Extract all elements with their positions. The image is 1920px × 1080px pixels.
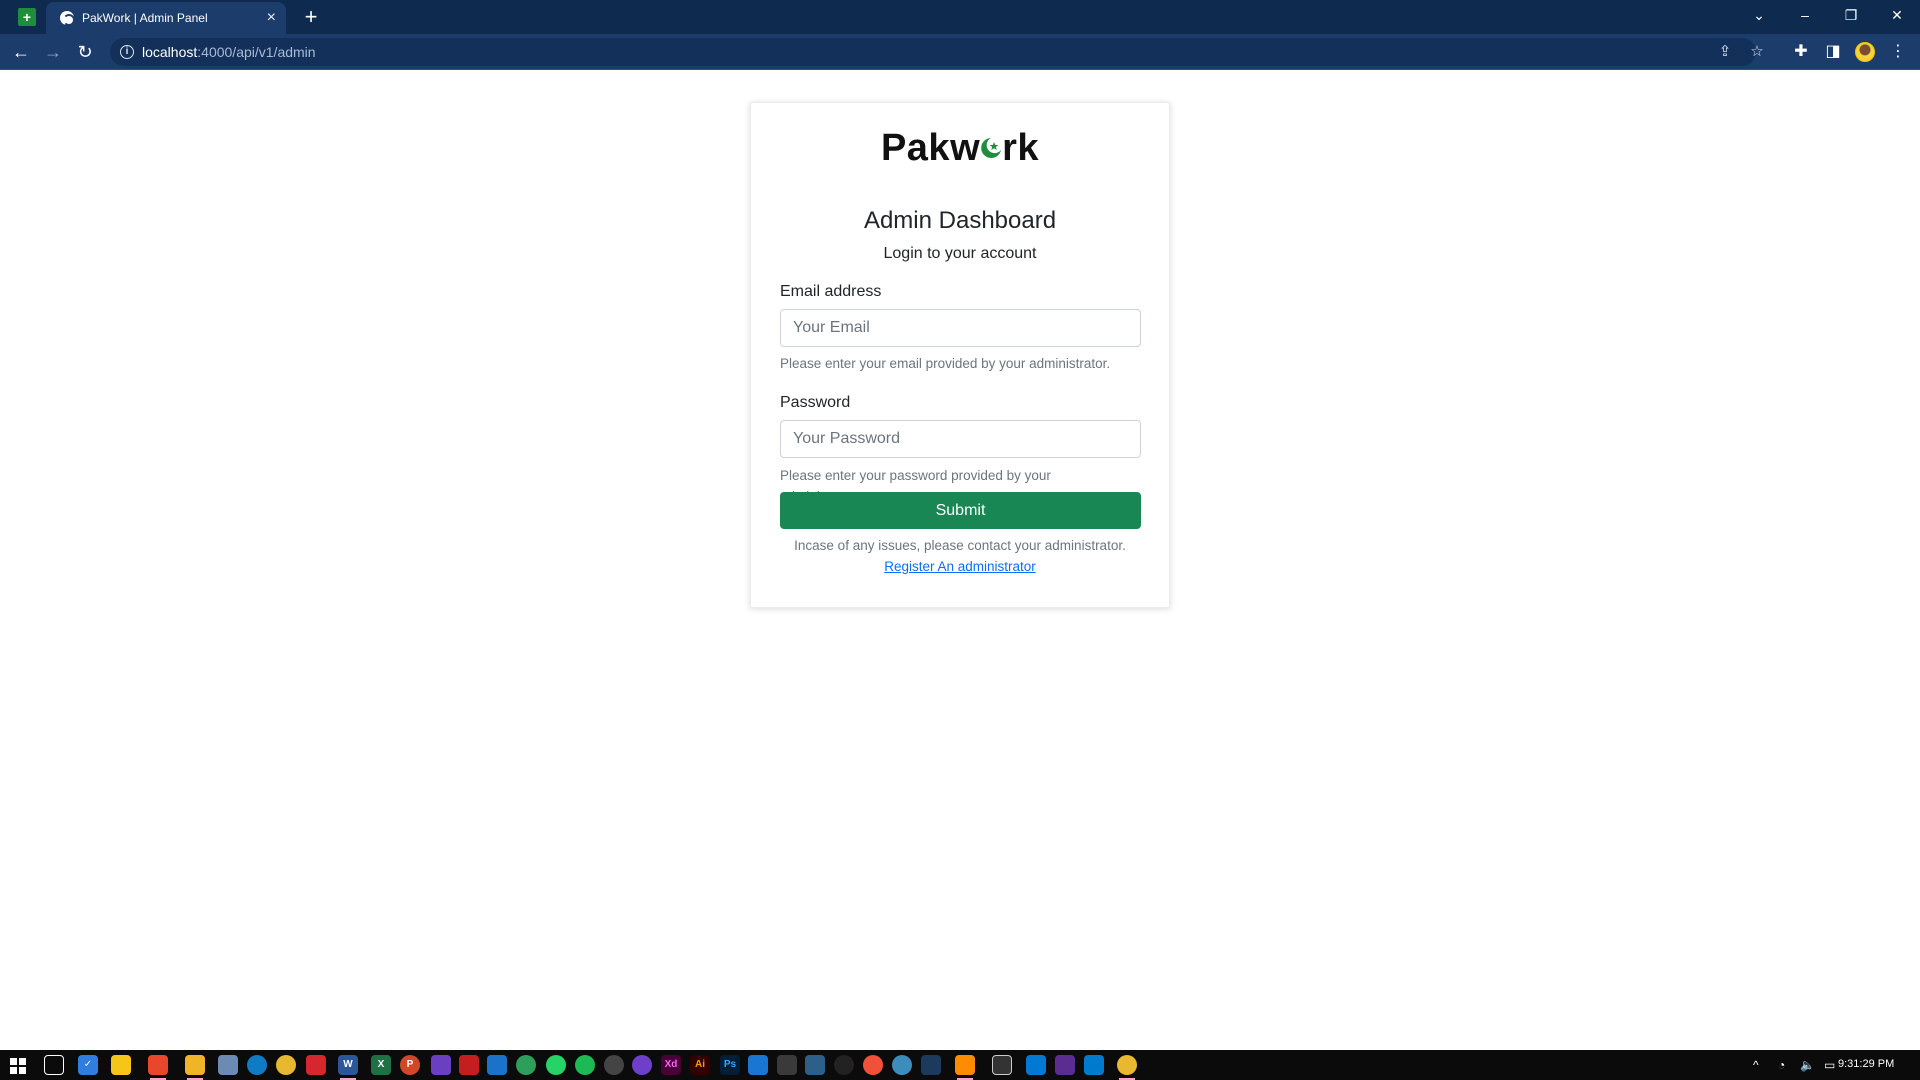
globe-icon — [60, 11, 75, 26]
illustrator-icon[interactable]: Ai — [690, 1055, 710, 1075]
edge-browser-icon[interactable] — [247, 1055, 267, 1075]
word-icon[interactable]: W — [338, 1055, 358, 1080]
settings-app-icon[interactable] — [604, 1055, 624, 1075]
submit-button[interactable]: Submit — [780, 492, 1141, 529]
browser-titlebar: + PakWork | Admin Panel × + ⌄ – ❐ ✕ — [0, 0, 1920, 34]
android-studio-icon[interactable] — [516, 1055, 536, 1075]
tab-search-icon[interactable]: ⌄ — [1736, 0, 1782, 34]
login-card: Pakw rk Admin Dashboard Login to your acc… — [750, 102, 1170, 608]
windows-taskbar: ✓ W X P Xd Ai Ps ^ ◔ 🔈 ▭ 9:31:29 PM — [0, 1050, 1920, 1080]
page-content: Pakw rk Admin Dashboard Login to your acc… — [0, 70, 1920, 1050]
password-field[interactable] — [780, 420, 1141, 458]
profile-avatar[interactable] — [1855, 42, 1875, 62]
password-label: Password — [780, 394, 851, 411]
ppt-viewer-icon[interactable] — [921, 1055, 941, 1075]
email-help-text: Please enter your email provided by your… — [780, 356, 1111, 371]
obsidian-icon[interactable] — [431, 1055, 451, 1075]
close-window-icon[interactable]: ✕ — [1874, 0, 1920, 34]
register-admin-link[interactable]: Register An administrator — [884, 559, 1036, 574]
volume-icon[interactable]: 🔈 — [1800, 1056, 1815, 1074]
share-icon[interactable]: ⇪ — [1714, 41, 1736, 63]
adobe-xd-icon[interactable]: Xd — [661, 1055, 681, 1075]
unity-icon[interactable] — [777, 1055, 797, 1075]
file-explorer-icon[interactable] — [185, 1055, 205, 1080]
crescent-star-icon — [980, 130, 1002, 160]
sticky-notes-icon[interactable] — [111, 1055, 131, 1075]
excel-icon[interactable]: X — [371, 1055, 391, 1075]
close-tab-icon[interactable]: × — [267, 8, 276, 28]
info-icon[interactable]: i — [120, 45, 134, 59]
restore-icon[interactable]: ❐ — [1828, 0, 1874, 34]
email-field[interactable] — [780, 309, 1141, 347]
taskbar-clock[interactable]: 9:31:29 PM — [1838, 1058, 1894, 1070]
browser-toolbar: ← → ↻ i localhost:4000/api/v1/admin ⇪ ☆ … — [0, 34, 1920, 70]
url-text[interactable]: localhost:4000/api/v1/admin — [142, 44, 316, 60]
spotify-icon[interactable] — [575, 1055, 595, 1075]
blue-app-icon[interactable] — [892, 1055, 912, 1075]
blue-square-app-icon[interactable] — [1026, 1055, 1046, 1075]
windows-start-icon[interactable] — [10, 1058, 26, 1074]
tab-title: PakWork | Admin Panel — [82, 11, 208, 25]
back-arrow-icon[interactable]: ← — [8, 39, 34, 65]
menu-dots-icon[interactable]: ⋮ — [1885, 39, 1911, 65]
extensions-icon[interactable]: ✚ — [1788, 39, 1814, 65]
page-title: Admin Dashboard — [863, 207, 1057, 234]
reload-icon[interactable]: ↻ — [72, 39, 98, 65]
chrome-canary-icon[interactable] — [276, 1055, 296, 1075]
tray-overflow-icon[interactable]: ^ — [1753, 1056, 1759, 1074]
page-subtitle: Login to your account — [883, 245, 1037, 262]
git-app-icon[interactable] — [834, 1055, 854, 1075]
tab-pakwork-admin[interactable]: PakWork | Admin Panel × — [46, 2, 286, 34]
forward-arrow-icon[interactable]: → — [40, 39, 66, 65]
red-app-icon[interactable] — [459, 1055, 479, 1075]
whatsapp-icon[interactable] — [546, 1055, 566, 1075]
visual-studio-icon[interactable] — [1055, 1055, 1075, 1075]
todo-app-icon[interactable]: ✓ — [78, 1055, 98, 1075]
register-link-row: Register An administrator — [751, 556, 1169, 577]
support-note: Incase of any issues, please contact you… — [794, 538, 1126, 553]
postman-icon[interactable] — [863, 1055, 883, 1075]
github-desktop-icon[interactable] — [632, 1055, 652, 1075]
java-app-icon[interactable] — [748, 1055, 768, 1075]
email-label: Email address — [780, 283, 882, 300]
vscode-icon[interactable] — [1084, 1055, 1104, 1075]
network-app-icon[interactable] — [218, 1055, 238, 1075]
battery-icon[interactable]: ▭ — [1824, 1056, 1835, 1074]
sheets-app-icon[interactable]: + — [18, 8, 36, 26]
address-bar[interactable]: i localhost:4000/api/v1/admin ⇪ ☆ — [110, 38, 1764, 66]
side-panel-icon[interactable]: ◨ — [1820, 39, 1846, 65]
monitor-app-icon[interactable] — [487, 1055, 507, 1075]
minimize-icon[interactable]: – — [1782, 0, 1828, 34]
notepad-app-icon[interactable] — [805, 1055, 825, 1075]
pakwork-logo: Pakw rk — [880, 127, 1040, 169]
xampp-icon[interactable] — [955, 1055, 975, 1080]
terminal-icon[interactable] — [992, 1055, 1012, 1075]
star-icon[interactable]: ☆ — [1746, 41, 1768, 63]
vivaldi-icon[interactable] — [306, 1055, 326, 1075]
powerpoint-icon[interactable]: P — [400, 1055, 420, 1075]
new-tab-button[interactable]: + — [298, 4, 324, 30]
paint-app-icon[interactable] — [148, 1055, 168, 1080]
task-view-icon[interactable] — [44, 1055, 64, 1075]
photoshop-icon[interactable]: Ps — [720, 1055, 740, 1075]
chrome-icon[interactable] — [1117, 1055, 1137, 1080]
wifi-icon[interactable]: ◔ — [1778, 1056, 1785, 1074]
